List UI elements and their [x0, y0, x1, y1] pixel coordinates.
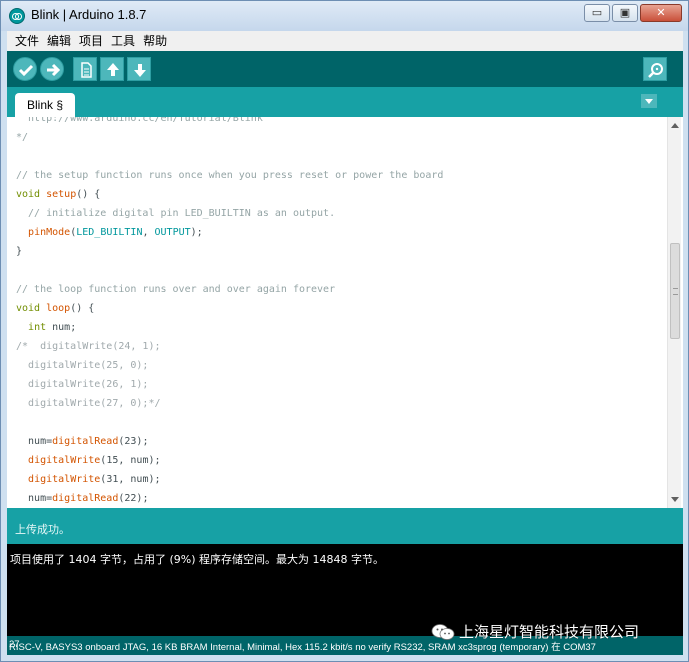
minimize-button[interactable]: ▭	[584, 4, 610, 22]
new-icon[interactable]	[73, 57, 97, 81]
code-text: http://www.arduino.cc/en/Tutorial/Blink …	[16, 117, 443, 508]
code-line: num=digitalRead(22);	[16, 493, 149, 504]
maximize-button[interactable]: ▣	[612, 4, 638, 22]
scroll-down-arrow-icon[interactable]	[671, 497, 679, 502]
code-line: pinMode(LED_BUILTIN, OUTPUT);	[28, 227, 203, 238]
code-token: pinMode	[28, 227, 71, 238]
code-line: // the loop function runs over and over …	[16, 284, 336, 295]
code-line: digitalWrite(25, 0);	[16, 360, 149, 371]
code-line: // initialize digital pin LED_BUILTIN as…	[16, 208, 336, 219]
scroll-up-arrow-icon[interactable]	[671, 123, 679, 128]
close-button[interactable]: ✕	[640, 4, 682, 22]
arduino-ide-window: Blink | Arduino 1.8.7 ▭ ▣ ✕ 文件 编辑 项目 工具 …	[0, 0, 689, 662]
status-message: 上传成功。	[15, 523, 70, 536]
menu-help[interactable]: 帮助	[139, 31, 171, 51]
status-bar: 上传成功。	[7, 514, 683, 544]
code-token: LED_BUILTIN	[76, 227, 143, 238]
code-token: digitalRead	[52, 436, 119, 447]
scrollbar-thumb[interactable]	[670, 243, 680, 339]
code-token: loop	[46, 303, 71, 314]
tab-blink[interactable]: Blink §	[15, 93, 76, 117]
editor-scrollbar[interactable]	[667, 117, 681, 508]
code-token: void	[16, 189, 41, 200]
code-line: void loop() {	[16, 303, 95, 314]
window-title: Blink | Arduino 1.8.7	[31, 7, 147, 22]
code-line: int num;	[28, 322, 77, 333]
code-token: void	[16, 303, 41, 314]
watermark: 上海星灯智能科技有限公司	[431, 621, 639, 642]
menu-file[interactable]: 文件	[11, 31, 43, 51]
code-line: }	[16, 246, 23, 257]
code-editor[interactable]: http://www.arduino.cc/en/Tutorial/Blink …	[7, 117, 683, 508]
code-line: digitalWrite(15, num);	[28, 455, 161, 466]
code-token: digitalRead	[52, 493, 119, 504]
code-line: digitalWrite(26, 1);	[16, 379, 149, 390]
wechat-icon	[431, 623, 455, 641]
open-icon[interactable]	[100, 57, 124, 81]
menu-edit[interactable]: 编辑	[43, 31, 75, 51]
save-icon[interactable]	[127, 57, 151, 81]
code-token: OUTPUT	[154, 227, 191, 238]
code-line: */	[16, 132, 29, 143]
code-line: /* digitalWrite(24, 1);	[16, 341, 161, 352]
code-line: http://www.arduino.cc/en/Tutorial/Blink	[16, 117, 263, 124]
code-line: // the setup function runs once when you…	[16, 170, 444, 181]
code-line: num=digitalRead(23);	[16, 436, 149, 447]
title-bar: Blink | Arduino 1.8.7 ▭ ▣ ✕	[1, 1, 688, 31]
tab-menu-chevron-down-icon[interactable]	[641, 94, 657, 108]
code-token: digitalWrite	[28, 474, 101, 485]
code-line: void setup() {	[16, 189, 101, 200]
menu-sketch[interactable]: 项目	[75, 31, 107, 51]
menu-tools[interactable]: 工具	[107, 31, 139, 51]
code-token: int	[28, 322, 47, 333]
tab-strip: Blink §	[7, 87, 683, 117]
verify-icon[interactable]	[13, 57, 37, 81]
code-token: setup	[46, 189, 77, 200]
toolbar	[7, 51, 683, 87]
watermark-text: 上海星灯智能科技有限公司	[459, 623, 640, 641]
upload-icon[interactable]	[40, 57, 64, 81]
menu-bar: 文件 编辑 项目 工具 帮助	[7, 31, 683, 51]
console-line: 项目使用了 1404 字节，占用了 (9%) 程序存储空间。最大为 14848 …	[10, 553, 384, 566]
serial-monitor-icon[interactable]	[643, 57, 667, 81]
code-line: digitalWrite(31, num);	[28, 474, 161, 485]
code-line: digitalWrite(27, 0);*/	[16, 398, 161, 409]
arduino-logo-icon	[9, 8, 25, 24]
code-token: digitalWrite	[28, 455, 101, 466]
window-controls: ▭ ▣ ✕	[584, 4, 682, 22]
